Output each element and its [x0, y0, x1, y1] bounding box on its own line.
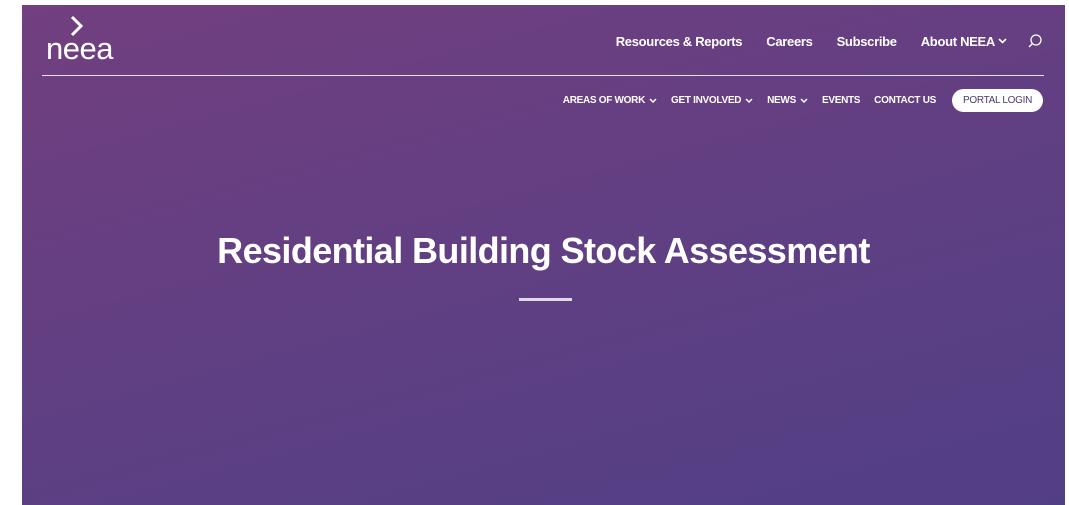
- page-title: Residential Building Stock Assessment: [217, 230, 870, 271]
- top-nav: Resources & Reports Careers Subscribe Ab…: [616, 33, 1043, 49]
- nav-label: Careers: [766, 33, 813, 49]
- title-underline: [519, 298, 572, 301]
- nav-events[interactable]: EVENTS: [821, 95, 861, 106]
- nav-news[interactable]: NEWS: [767, 95, 808, 106]
- nav-contact-us[interactable]: CONTACT US: [874, 95, 936, 106]
- chevron-down-icon: [745, 98, 753, 103]
- nav-subscribe[interactable]: Subscribe: [837, 34, 897, 49]
- sub-nav: AREAS OF WORK GET INVOLVED NEWS EVENTS C…: [563, 89, 1043, 112]
- nav-resources-reports[interactable]: Resources & Reports: [616, 34, 743, 49]
- nav-get-involved[interactable]: GET INVOLVED: [671, 95, 753, 106]
- nav-about-neea[interactable]: About NEEA: [921, 34, 1007, 49]
- neea-logo[interactable]: neea: [46, 15, 118, 67]
- search-icon[interactable]: [1027, 33, 1043, 49]
- header-divider: [42, 75, 1044, 76]
- hero-banner: neea Resources & Reports Careers Subscri…: [22, 5, 1065, 505]
- portal-login-button[interactable]: PORTAL LOGIN: [951, 89, 1043, 112]
- nav-label: Resources & Reports: [615, 33, 743, 49]
- nav-label: NEWS: [767, 95, 796, 106]
- nav-label: EVENTS: [821, 95, 861, 106]
- nav-careers[interactable]: Careers: [766, 33, 813, 49]
- nav-label: CONTACT US: [874, 95, 936, 106]
- nav-label: GET INVOLVED: [671, 95, 742, 106]
- chevron-down-icon: [998, 38, 1007, 44]
- chevron-down-icon: [800, 98, 808, 103]
- nav-label: AREAS OF WORK: [562, 95, 646, 106]
- nav-label: About NEEA: [920, 33, 996, 49]
- nav-areas-of-work[interactable]: AREAS OF WORK: [563, 95, 657, 106]
- page: neea Resources & Reports Careers Subscri…: [0, 0, 1069, 505]
- nav-label: Subscribe: [836, 33, 897, 49]
- logo-text: neea: [46, 31, 113, 66]
- chevron-down-icon: [649, 98, 657, 103]
